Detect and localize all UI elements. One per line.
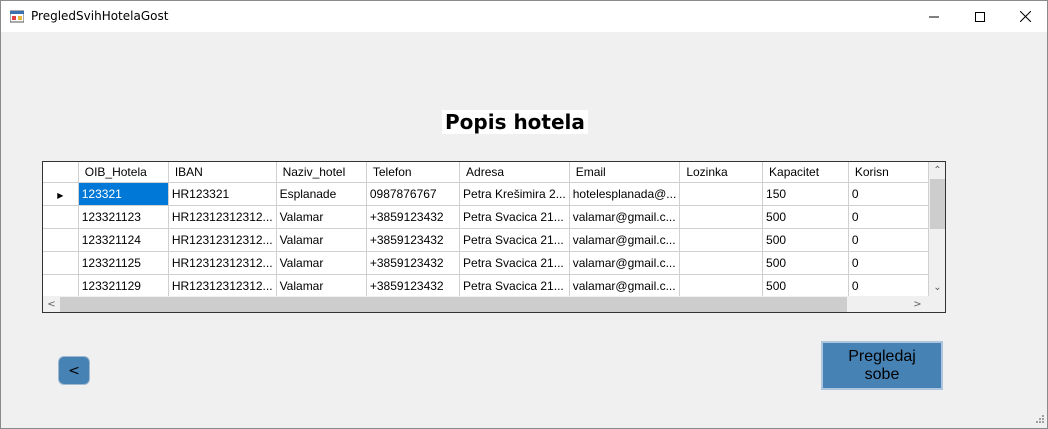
table-cell[interactable]: Petra Krešimira 2... (459, 182, 570, 206)
table-cell[interactable]: 0 (848, 274, 929, 296)
table-cell[interactable]: Valamar (276, 205, 367, 229)
table-cell[interactable] (679, 228, 764, 252)
table-cell[interactable]: Petra Svacica 21... (459, 251, 570, 275)
table-cell[interactable]: 123321125 (78, 251, 169, 275)
table-cell[interactable]: Valamar (276, 228, 367, 252)
table-row[interactable]: 123321124 HR12312312312... Valamar +3859… (43, 228, 929, 252)
page-title: Popis hotela (442, 110, 588, 134)
row-header[interactable] (43, 228, 79, 252)
table-cell[interactable]: 123321124 (78, 228, 169, 252)
corner-header-cell (43, 162, 79, 183)
table-cell[interactable]: Esplanade (276, 182, 367, 206)
table-cell[interactable] (679, 274, 764, 296)
table-row[interactable]: 123321129 HR12312312312... Valamar +3859… (43, 274, 929, 296)
main-window: PregledSvihHotelaGost Popis hotela OIB_H… (0, 0, 1048, 429)
table-cell[interactable]: hotelesplanada@... (569, 182, 681, 206)
table-cell[interactable]: HR12312312312... (168, 228, 277, 252)
row-header[interactable] (43, 274, 79, 296)
column-header-telefon[interactable]: Telefon (366, 162, 461, 183)
column-header-email[interactable]: Email (569, 162, 681, 183)
table-cell[interactable]: 0 (848, 182, 929, 206)
minimize-button[interactable] (911, 1, 957, 32)
header-row: OIB_Hotela IBAN Naziv_hotel Telefon Adre… (43, 162, 929, 183)
scrollbar-corner (929, 296, 945, 312)
grid-viewport: OIB_Hotela IBAN Naziv_hotel Telefon Adre… (43, 162, 929, 296)
current-row-arrow-icon: ▶ (57, 190, 64, 200)
table-cell[interactable]: Petra Svacica 21... (459, 205, 570, 229)
table-cell[interactable]: +3859123432 (366, 251, 461, 275)
table-cell[interactable]: valamar@gmail.c... (569, 205, 681, 229)
table-cell[interactable]: 500 (762, 251, 849, 275)
table-cell[interactable]: valamar@gmail.c... (569, 251, 681, 275)
table-cell[interactable]: Petra Svacica 21... (459, 274, 570, 296)
vertical-scrollbar[interactable]: ⌃ ⌄ (929, 162, 945, 296)
table-row[interactable]: 123321123 HR12312312312... Valamar +3859… (43, 205, 929, 229)
table-cell[interactable]: +3859123432 (366, 274, 461, 296)
row-header[interactable] (43, 251, 79, 275)
table-cell[interactable]: 123321123 (78, 205, 169, 229)
resize-grip-icon[interactable] (1031, 412, 1045, 426)
horizontal-scrollbar[interactable]: < > (43, 296, 929, 312)
table-cell[interactable]: valamar@gmail.c... (569, 228, 681, 252)
column-header-naziv[interactable]: Naziv_hotel (276, 162, 367, 183)
table-cell[interactable] (679, 182, 764, 206)
table-cell[interactable]: HR123321 (168, 182, 277, 206)
hotels-data-grid[interactable]: OIB_Hotela IBAN Naziv_hotel Telefon Adre… (42, 161, 946, 313)
table-cell[interactable] (679, 251, 764, 275)
table-cell[interactable]: HR12312312312... (168, 251, 277, 275)
table-cell[interactable]: 500 (762, 274, 849, 296)
column-header-adresa[interactable]: Adresa (459, 162, 570, 183)
table-cell[interactable]: 500 (762, 228, 849, 252)
close-button[interactable] (1002, 1, 1048, 32)
scroll-up-icon[interactable]: ⌃ (929, 162, 945, 179)
table-cell[interactable]: HR12312312312... (168, 274, 277, 296)
table-cell[interactable]: +3859123432 (366, 205, 461, 229)
view-rooms-label: Pregledaj sobe (848, 348, 916, 384)
table-row[interactable]: ▶ 123321 HR123321 Esplanade 0987876767 P… (43, 182, 929, 206)
horizontal-scroll-thumb[interactable] (60, 297, 847, 312)
table-cell[interactable]: Valamar (276, 274, 367, 296)
table-cell[interactable]: 500 (762, 205, 849, 229)
table-cell[interactable]: 0 (848, 228, 929, 252)
maximize-icon (975, 11, 985, 22)
column-header-oib[interactable]: OIB_Hotela (78, 162, 169, 183)
view-rooms-label-line1: Pregledaj (848, 347, 916, 365)
column-header-iban[interactable]: IBAN (168, 162, 277, 183)
scroll-left-icon[interactable]: < (43, 296, 60, 312)
hotels-table: OIB_Hotela IBAN Naziv_hotel Telefon Adre… (43, 162, 929, 296)
column-header-korisnik[interactable]: Korisn (848, 162, 929, 183)
title-bar[interactable]: PregledSvihHotelaGost (1, 1, 1047, 32)
maximize-button[interactable] (957, 1, 1003, 32)
table-cell[interactable] (679, 205, 764, 229)
table-row[interactable]: 123321125 HR12312312312... Valamar +3859… (43, 251, 929, 275)
scroll-right-icon[interactable]: > (909, 296, 926, 312)
column-header-lozinka[interactable]: Lozinka (679, 162, 764, 183)
view-rooms-button[interactable]: Pregledaj sobe (821, 341, 943, 390)
table-cell[interactable]: +3859123432 (366, 228, 461, 252)
window-title: PregledSvihHotelaGost (31, 9, 169, 23)
table-cell[interactable]: 123321 (78, 182, 169, 206)
scroll-down-icon[interactable]: ⌄ (929, 279, 945, 296)
table-cell[interactable]: 123321129 (78, 274, 169, 296)
back-button[interactable]: < (58, 356, 90, 385)
app-icon (10, 10, 24, 23)
minimize-icon (929, 16, 939, 17)
table-cell[interactable]: valamar@gmail.c... (569, 274, 681, 296)
row-header[interactable] (43, 205, 79, 229)
table-cell[interactable]: 0 (848, 251, 929, 275)
view-rooms-label-line2: sobe (864, 365, 900, 383)
close-icon (1019, 11, 1031, 22)
table-cell[interactable]: HR12312312312... (168, 205, 277, 229)
table-cell[interactable]: 0987876767 (366, 182, 461, 206)
row-header-current[interactable]: ▶ (43, 182, 79, 206)
table-cell[interactable]: Valamar (276, 251, 367, 275)
table-cell[interactable]: 0 (848, 205, 929, 229)
vertical-scroll-thumb[interactable] (930, 179, 945, 229)
table-cell[interactable]: Petra Svacica 21... (459, 228, 570, 252)
column-header-kapacitet[interactable]: Kapacitet (762, 162, 849, 183)
table-cell[interactable]: 150 (762, 182, 849, 206)
